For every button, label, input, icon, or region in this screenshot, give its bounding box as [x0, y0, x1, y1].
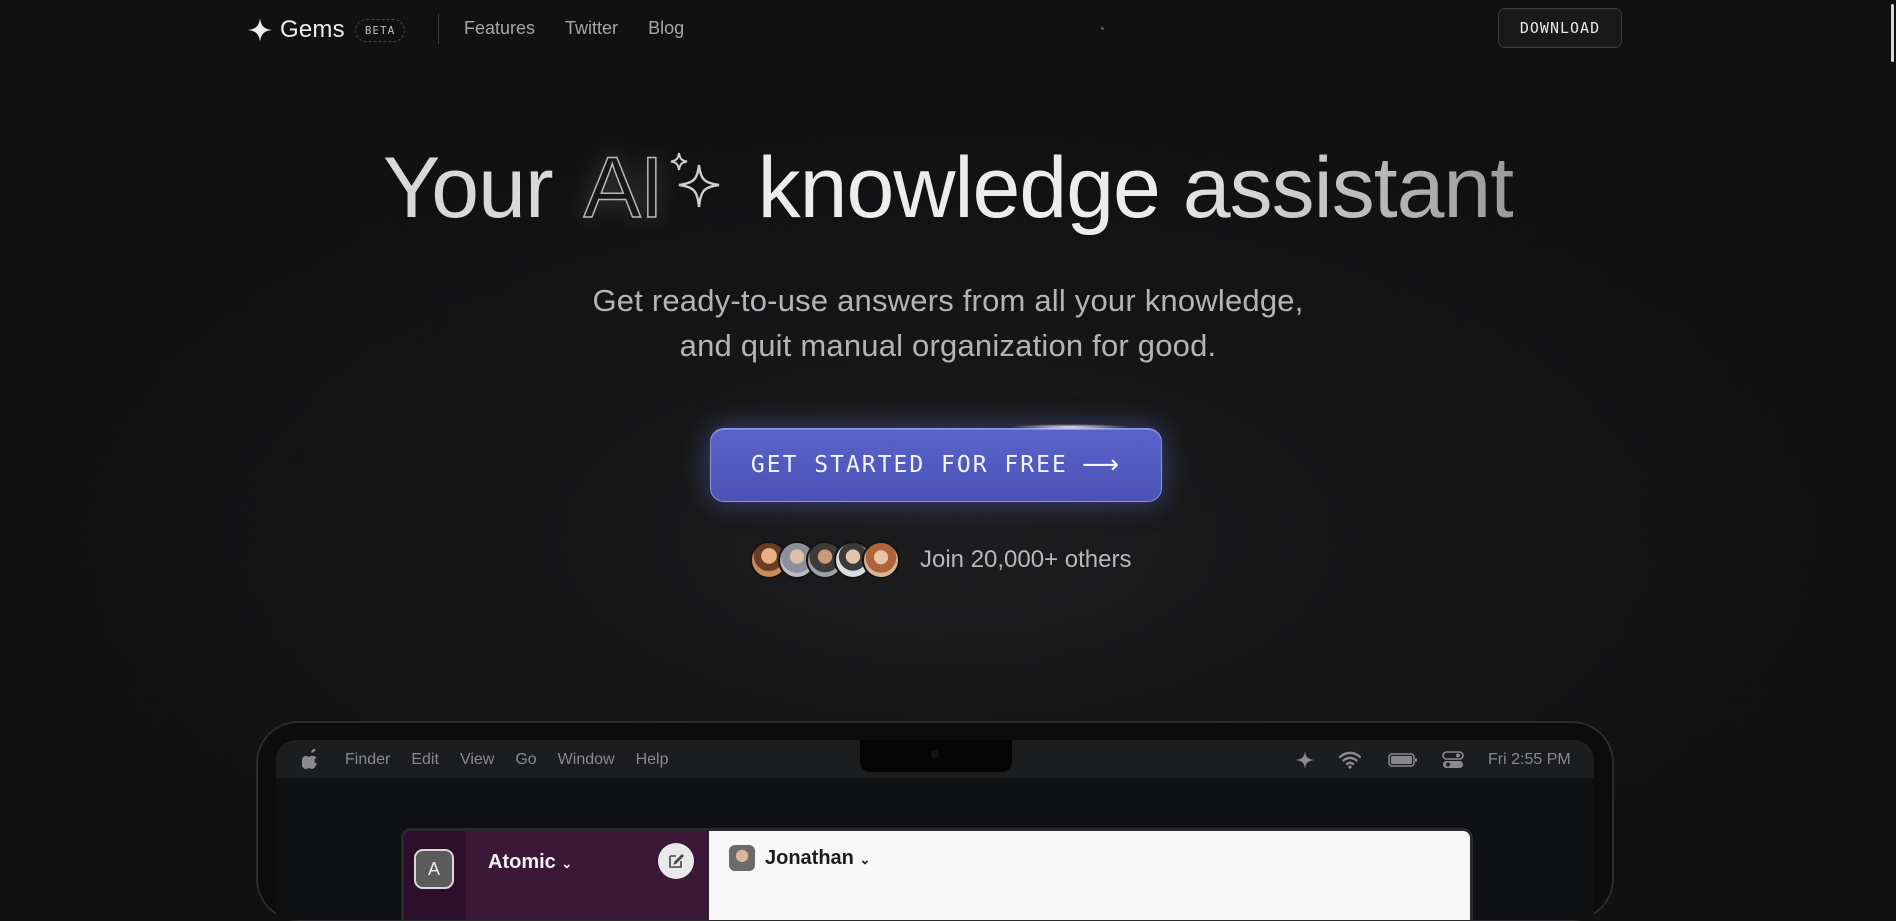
workspace-name-label: Atomic: [488, 851, 556, 873]
camera-notch: [860, 740, 1012, 772]
workspace-rail: A: [404, 831, 466, 920]
camera-dot: [931, 750, 939, 758]
arrow-right-icon: ⟶: [1081, 450, 1122, 480]
nav-link-blog[interactable]: Blog: [648, 18, 684, 39]
mac-menus: Finder Edit View Go Window Help: [345, 751, 668, 769]
menu-bar-clock[interactable]: Fri 2:55 PM: [1488, 751, 1571, 769]
app-window: A Atomic ⌄ Jonathan ⌄: [401, 828, 1473, 920]
workspace-name[interactable]: Atomic ⌄: [488, 851, 572, 874]
laptop-screen: Finder Edit View Go Window Help Fri 2:55…: [276, 740, 1594, 920]
headline-word-knowledge: knowledge: [757, 140, 1161, 236]
beta-badge: BETA: [354, 18, 406, 42]
chat-pane: Jonathan ⌄: [709, 831, 1470, 920]
chevron-down-icon: ⌄: [859, 852, 871, 867]
avatar: [862, 541, 900, 579]
download-button[interactable]: DOWNLOAD: [1498, 8, 1622, 48]
compose-button[interactable]: [658, 843, 694, 879]
nav-link-features[interactable]: Features: [464, 18, 535, 39]
chat-user-name[interactable]: Jonathan ⌄: [765, 847, 870, 870]
compose-icon: [669, 854, 684, 868]
hero-subtitle-line-2: and quit manual organization for good.: [679, 328, 1217, 363]
menu-view[interactable]: View: [460, 751, 494, 769]
hero-subtitle-line-1: Get ready-to-use answers from all your k…: [592, 283, 1304, 318]
brand-logo[interactable]: Gems BETA: [248, 14, 406, 46]
headline-word-your: Your: [382, 140, 554, 236]
join-count-text: Join 20,000+ others: [920, 546, 1132, 573]
get-started-label: GET STARTED FOR FREE: [750, 452, 1068, 478]
menu-finder[interactable]: Finder: [345, 751, 390, 769]
social-proof: Join 20,000+ others: [750, 541, 1132, 579]
get-started-button[interactable]: GET STARTED FOR FREE ⟶: [710, 428, 1162, 502]
button-highlight: [1010, 424, 1130, 430]
decorative-dot: [1101, 27, 1104, 30]
avatar-stack: [750, 541, 900, 579]
top-nav: Gems BETA Features Twitter Blog DOWNLOAD: [0, 0, 1896, 62]
headline-word-assistant: assistant: [1182, 140, 1514, 236]
avatar: [729, 845, 755, 871]
control-center-icon[interactable]: [1442, 750, 1464, 770]
scrollbar-thumb[interactable]: [1891, 4, 1894, 62]
nav-divider: [438, 14, 439, 44]
sparkle-icon[interactable]: [1294, 750, 1316, 770]
menu-go[interactable]: Go: [515, 751, 536, 769]
chevron-down-icon: ⌄: [561, 856, 573, 871]
menu-window[interactable]: Window: [558, 751, 615, 769]
menu-help[interactable]: Help: [636, 751, 669, 769]
battery-icon[interactable]: [1388, 750, 1418, 770]
ai-sparkle-icon: [670, 152, 719, 208]
nav-links: Features Twitter Blog: [464, 18, 684, 39]
workspace-icon[interactable]: A: [414, 849, 454, 889]
brand-name: Gems: [280, 16, 345, 43]
nav-link-twitter[interactable]: Twitter: [565, 18, 618, 39]
chat-user-label: Jonathan: [765, 847, 854, 869]
hero-headline: Your AI knowledge assistant: [0, 134, 1896, 242]
sparkle-icon: [248, 18, 272, 42]
apple-icon: [302, 749, 317, 769]
mac-menu-bar: Finder Edit View Go Window Help Fri 2:55…: [276, 740, 1594, 778]
menu-edit[interactable]: Edit: [411, 751, 439, 769]
wifi-icon[interactable]: [1339, 750, 1361, 770]
headline-word-ai: AI: [583, 139, 665, 237]
